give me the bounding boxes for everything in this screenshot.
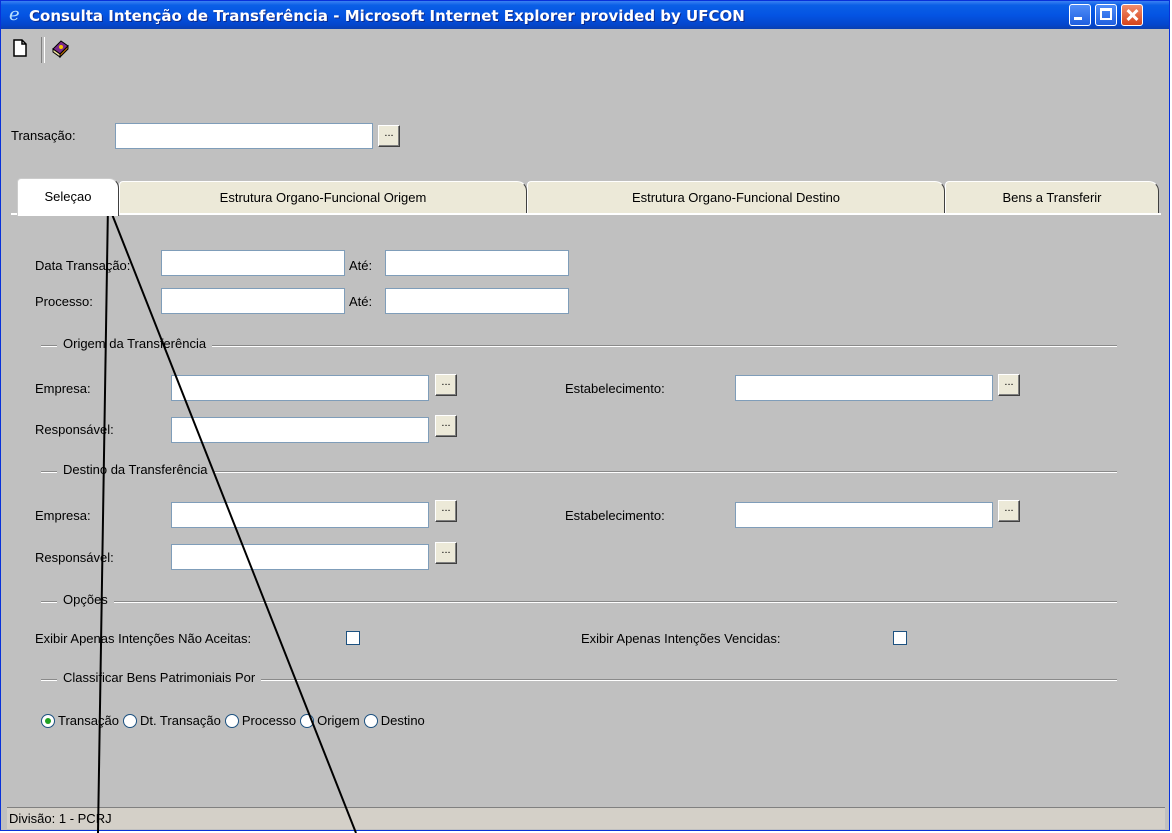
- tab-selecao[interactable]: Seleçao: [17, 178, 119, 216]
- destino-responsavel-lookup-button[interactable]: ...: [435, 542, 457, 564]
- origem-empresa-input[interactable]: [171, 375, 429, 401]
- close-button[interactable]: [1121, 4, 1143, 26]
- radio-label-dt-transacao: Dt. Transação: [139, 713, 221, 728]
- origem-responsavel-label: Responsável:: [35, 422, 114, 437]
- opcoes-group-label: Opções: [57, 592, 114, 607]
- tab-origem[interactable]: Estrutura Organo-Funcional Origem: [119, 181, 527, 215]
- radio-label-processo: Processo: [241, 713, 297, 728]
- data-transacao-from-input[interactable]: [161, 250, 345, 276]
- internet-explorer-icon: e: [9, 4, 20, 25]
- window-title: Consulta Intenção de Transferência - Mic…: [29, 7, 745, 25]
- radio-label-destino: Destino: [380, 713, 425, 728]
- vencidas-checkbox[interactable]: [893, 631, 907, 645]
- book-icon[interactable]: [49, 37, 71, 59]
- radio-button-destino[interactable]: [363, 713, 378, 728]
- origem-estabelecimento-lookup-button[interactable]: ...: [998, 374, 1020, 396]
- new-document-icon[interactable]: [9, 37, 31, 59]
- destino-estabelecimento-input[interactable]: [735, 502, 993, 528]
- processo-label: Processo:: [35, 294, 93, 309]
- tab-destino[interactable]: Estrutura Organo-Funcional Destino: [527, 181, 945, 215]
- destino-empresa-label: Empresa:: [35, 508, 91, 523]
- origem-empresa-lookup-button[interactable]: ...: [435, 374, 457, 396]
- origem-responsavel-input[interactable]: [171, 417, 429, 443]
- data-transacao-label: Data Transação:: [35, 258, 131, 273]
- data-transacao-to-input[interactable]: [385, 250, 569, 276]
- classificar-group-label: Classificar Bens Patrimoniais Por: [57, 670, 262, 685]
- title-bar[interactable]: e Consulta Intenção de Transferência - M…: [1, 1, 1169, 29]
- transacao-lookup-button[interactable]: ...: [378, 125, 400, 147]
- minimize-button[interactable]: [1069, 4, 1091, 26]
- destino-empresa-input[interactable]: [171, 502, 429, 528]
- radio-option-processo[interactable]: Processo: [224, 713, 297, 728]
- origem-responsavel-lookup-button[interactable]: ...: [435, 415, 457, 437]
- origem-estabelecimento-input[interactable]: [735, 375, 993, 401]
- destino-estabelecimento-lookup-button[interactable]: ...: [998, 500, 1020, 522]
- radio-label-origem: Origem: [317, 713, 360, 728]
- destino-group-label: Destino da Transferência: [57, 462, 214, 477]
- destino-empresa-lookup-button[interactable]: ...: [435, 500, 457, 522]
- processo-to-input[interactable]: [385, 288, 569, 314]
- transacao-input[interactable]: [115, 123, 373, 149]
- radio-option-dt-transacao[interactable]: Dt. Transação: [122, 713, 221, 728]
- radio-button-dt-transacao[interactable]: [122, 713, 137, 728]
- origem-empresa-label: Empresa:: [35, 381, 91, 396]
- radio-option-transacao[interactable]: Transação: [41, 713, 119, 728]
- origem-estabelecimento-label: Estabelecimento:: [565, 381, 665, 396]
- radio-button-processo[interactable]: [224, 713, 239, 728]
- nao-aceitas-label: Exibir Apenas Intenções Não Aceitas:: [35, 631, 252, 646]
- toolbar: [3, 31, 1167, 65]
- radio-button-transacao[interactable]: [41, 713, 55, 728]
- transacao-label: Transação:: [11, 128, 76, 143]
- destino-responsavel-label: Responsável:: [35, 550, 114, 565]
- radio-option-destino[interactable]: Destino: [363, 713, 425, 728]
- status-text: Divisão: 1 - PCRJ: [9, 811, 112, 826]
- toolbar-separator: [41, 37, 45, 63]
- radio-option-origem[interactable]: Origem: [300, 713, 360, 728]
- destino-estabelecimento-label: Estabelecimento:: [565, 508, 665, 523]
- tab-bens[interactable]: Bens a Transferir: [945, 181, 1159, 215]
- destino-responsavel-input[interactable]: [171, 544, 429, 570]
- tab-panel-edge: [11, 213, 1161, 215]
- radio-button-origem[interactable]: [300, 713, 315, 728]
- maximize-button[interactable]: [1095, 4, 1117, 26]
- origem-group-label: Origem da Transferência: [57, 336, 213, 351]
- browser-window: e Consulta Intenção de Transferência - M…: [0, 0, 1170, 831]
- status-bar: Divisão: 1 - PCRJ: [7, 807, 1165, 829]
- processo-from-input[interactable]: [161, 288, 345, 314]
- ate-label: Até:: [349, 258, 373, 273]
- radio-label-transacao: Transação: [58, 713, 119, 728]
- opcoes-group-line: [41, 601, 1117, 603]
- ate-label: Até:: [349, 294, 373, 309]
- classificar-radio-group: Transação Dt. Transação Processo Origem …: [41, 713, 429, 728]
- nao-aceitas-checkbox[interactable]: [346, 631, 360, 645]
- vencidas-label: Exibir Apenas Intenções Vencidas:: [581, 631, 781, 646]
